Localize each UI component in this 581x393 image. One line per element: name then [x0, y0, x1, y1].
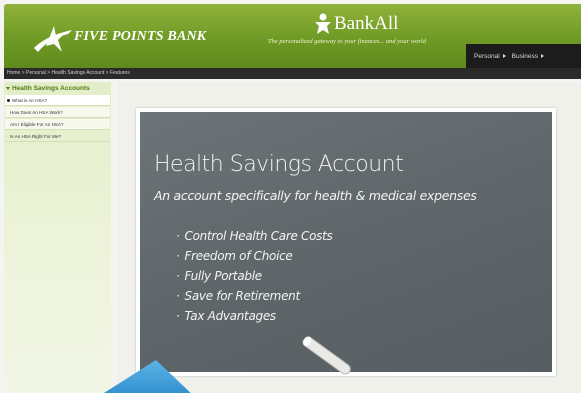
chalkboard-graphic: Health Savings Account An account specif…: [136, 108, 556, 376]
tagline: The personalized gateway to your finance…: [268, 38, 426, 45]
nav-item-business[interactable]: Business: [511, 52, 545, 60]
chalkboard-bullet-text: Save for Retirement: [184, 289, 301, 303]
nav-item-label: Business: [511, 52, 539, 60]
chalkboard-bullet-text: Tax Advantages: [184, 309, 277, 323]
chalkboard-bullet-text: Control Health Care Costs: [184, 229, 333, 243]
sidebar-item-am-i-eligible[interactable]: Am I Eligible For An HSA?: [5, 119, 110, 130]
chalkboard-title: Health Savings Account: [154, 152, 404, 177]
triangle-down-icon: [6, 86, 10, 90]
caret-right-icon: [541, 54, 545, 58]
sidebar-item-label: Am I Eligible For An HSA?: [10, 121, 64, 127]
sidebar: Health Savings Accounts What is An HSA? …: [4, 82, 111, 393]
chalkboard-bullet: · Freedom of Choice: [176, 249, 293, 263]
star-swoosh-icon: [34, 26, 72, 52]
bankall-figure-icon: [315, 13, 331, 34]
logo-text: FIVE POINTS BANK: [74, 29, 207, 44]
sidebar-item-label: How Does An HSA Work?: [10, 109, 63, 115]
chalkboard-bullet: · Tax Advantages: [176, 309, 277, 323]
bankall-brand[interactable]: BankAll: [312, 12, 492, 38]
chalkboard-bullet-list: · Control Health Care Costs · Freedom of C…: [176, 226, 333, 326]
chalkboard-bullet: · Fully Portable: [176, 269, 263, 283]
bullet-icon: [7, 98, 10, 102]
chalkboard-bullet: · Save for Retirement: [176, 289, 301, 303]
top-nav: Personal Business: [466, 44, 581, 68]
sidebar-item-label: What is An HSA?: [12, 97, 48, 103]
nav-item-personal[interactable]: Personal: [474, 53, 506, 60]
bankall-text: BankAll: [334, 13, 399, 34]
sidebar-item-label: Is An HSA Right For Me?: [10, 133, 62, 139]
blue-callout-shape: [103, 360, 191, 393]
chalkboard-bullet-text: Freedom of Choice: [184, 249, 293, 263]
page: FIVE POINTS BANK BankAll The personalize…: [0, 0, 581, 393]
chalkboard-bullet: · Control Health Care Costs: [176, 229, 333, 243]
sidebar-heading-label: Health Savings Accounts: [12, 84, 90, 92]
caret-right-icon: [502, 54, 506, 58]
sidebar-heading[interactable]: Health Savings Accounts: [4, 82, 111, 94]
breadcrumb[interactable]: Home > Personal > Health Savings Account…: [4, 68, 581, 79]
chalkboard-bullet-text: Fully Portable: [184, 269, 263, 283]
nav-item-label: Personal: [474, 52, 500, 60]
sidebar-item-what-is-hsa[interactable]: What is An HSA?: [5, 95, 110, 106]
sidebar-item-is-hsa-right[interactable]: Is An HSA Right For Me?: [5, 131, 110, 142]
five-points-bank-logo[interactable]: FIVE POINTS BANK: [32, 18, 232, 58]
sidebar-item-how-does-hsa-work[interactable]: How Does An HSA Work?: [5, 107, 110, 118]
chalkboard-subtitle: An account specifically for health & med…: [154, 188, 477, 203]
